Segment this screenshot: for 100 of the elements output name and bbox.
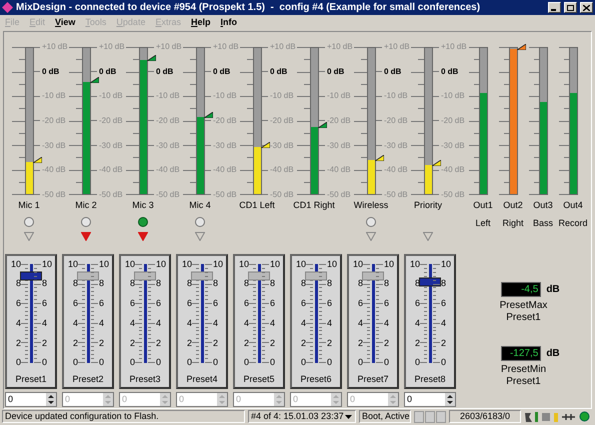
fader-scale-label: 8 bbox=[358, 279, 363, 288]
selector-radio[interactable] bbox=[138, 217, 148, 227]
status-led-icon bbox=[579, 411, 590, 422]
fader-track[interactable] bbox=[30, 264, 32, 363]
fader-scale-label: 4 bbox=[358, 318, 363, 328]
scale-label: +10 dB bbox=[270, 43, 296, 51]
preset-label: Preset8 bbox=[414, 375, 446, 384]
selector-radio[interactable] bbox=[195, 217, 205, 227]
fader-scale-label: 10 bbox=[156, 260, 166, 268]
fader-scale-label: 8 bbox=[213, 279, 218, 288]
fader-scale-label: 0 bbox=[213, 358, 218, 368]
fader-scale-label: 4 bbox=[414, 318, 420, 328]
fader-thumb[interactable] bbox=[248, 271, 270, 280]
scale-label: -20 dB bbox=[213, 116, 237, 125]
output-role: Left bbox=[475, 219, 490, 228]
scale-label: -50 dB bbox=[441, 190, 465, 199]
output-name: Out4 bbox=[563, 201, 583, 210]
fader-scale-label: 6 bbox=[186, 299, 192, 308]
selector-radio[interactable] bbox=[81, 217, 91, 227]
fader-scale-label: 0 bbox=[16, 358, 21, 368]
spin-field[interactable]: 0 bbox=[404, 392, 456, 407]
spin-field[interactable]: 0 bbox=[233, 392, 285, 407]
scale-label: -20 dB bbox=[156, 116, 180, 125]
display-source: Preset1 bbox=[506, 312, 541, 324]
spin-field[interactable]: 0 bbox=[62, 392, 114, 407]
fader-scale-label: 2 bbox=[270, 338, 276, 348]
maximize-button[interactable] bbox=[564, 2, 577, 13]
fader-track[interactable] bbox=[86, 264, 90, 363]
scale-label: -30 dB bbox=[42, 142, 66, 150]
fader-scale-label: 4 bbox=[441, 318, 446, 328]
lcd-display: -4,5 bbox=[501, 282, 542, 297]
fader-scale-label: 8 bbox=[244, 279, 249, 288]
fader-scale-label: 2 bbox=[358, 338, 363, 348]
fader-scale-label: 10 bbox=[42, 260, 52, 268]
menu-item[interactable]: Info bbox=[220, 18, 238, 26]
output-name: Out1 bbox=[473, 201, 493, 210]
fader-thumb[interactable] bbox=[362, 271, 384, 280]
selector-radio[interactable] bbox=[24, 217, 34, 227]
fader-track[interactable] bbox=[428, 264, 432, 363]
scale-label: -10 dB bbox=[213, 92, 237, 100]
selector-radio[interactable] bbox=[366, 217, 376, 227]
menu-item[interactable]: View bbox=[55, 18, 76, 26]
fader-thumb[interactable] bbox=[191, 271, 213, 280]
fader-scale-label: 2 bbox=[441, 338, 446, 348]
fader-scale-label: 2 bbox=[16, 338, 21, 348]
fader-scale-label: 6 bbox=[441, 299, 446, 308]
fader-track[interactable] bbox=[314, 264, 318, 363]
spin-field[interactable]: 0 bbox=[5, 392, 57, 407]
spin-field[interactable]: 0 bbox=[347, 392, 399, 407]
fader-scale-label: 8 bbox=[16, 279, 21, 288]
fader-scale-label: 10 bbox=[410, 260, 420, 268]
output-role: Record bbox=[558, 219, 588, 228]
preset-label: Preset3 bbox=[129, 375, 161, 384]
fader-scale-label: 0 bbox=[414, 358, 420, 368]
fader-scale-label: 8 bbox=[300, 279, 306, 288]
fader-scale-label: 8 bbox=[156, 279, 162, 288]
fader-scale-label: 2 bbox=[130, 338, 135, 348]
fader-scale-label: 0 bbox=[99, 358, 104, 368]
fader-thumb[interactable] bbox=[419, 277, 441, 286]
menu-item[interactable]: Help bbox=[190, 18, 210, 26]
scale-label: 0 dB bbox=[270, 68, 288, 76]
fader-track[interactable] bbox=[258, 264, 260, 363]
fader-scale-label: 6 bbox=[72, 299, 78, 308]
spin-arrows-icon[interactable] bbox=[46, 393, 56, 406]
scale-label: -40 dB bbox=[42, 166, 66, 174]
minimize-button[interactable] bbox=[548, 2, 561, 13]
scale-label: -50 dB bbox=[384, 190, 408, 199]
fader-scale-label: 0 bbox=[42, 358, 48, 368]
scale-label: -10 dB bbox=[156, 92, 180, 100]
fader-thumb[interactable] bbox=[134, 271, 156, 280]
channel-name: Wireless bbox=[354, 201, 388, 210]
scale-label: +10 dB bbox=[441, 43, 467, 51]
channel-name: Mic 1 bbox=[18, 201, 40, 210]
spin-field[interactable]: 0 bbox=[119, 392, 171, 407]
close-button[interactable] bbox=[580, 2, 593, 13]
status-message: Device updated configuration to Flash. bbox=[2, 410, 245, 423]
fader-scale-label: 0 bbox=[300, 358, 306, 368]
scale-label: -30 dB bbox=[156, 142, 180, 150]
fader-thumb[interactable] bbox=[20, 271, 42, 280]
scale-label: -30 dB bbox=[327, 142, 351, 150]
spin-arrows-icon[interactable] bbox=[445, 393, 455, 406]
fader-scale-label: 6 bbox=[156, 299, 162, 308]
scale-label: -20 dB bbox=[327, 116, 351, 125]
peak-flag-icon bbox=[318, 122, 327, 128]
scale-label: -20 dB bbox=[441, 116, 465, 125]
fader-thumb[interactable] bbox=[305, 271, 327, 280]
scale-label: -50 dB bbox=[213, 190, 237, 199]
fader-track[interactable] bbox=[200, 264, 204, 363]
spin-field[interactable]: 0 bbox=[290, 392, 342, 407]
fader-thumb[interactable] bbox=[77, 271, 99, 280]
config-selector[interactable]: #4 of 4: 15.01.03 23:37 bbox=[248, 410, 356, 423]
fader-scale-label: 10 bbox=[327, 260, 338, 268]
peak-flag-icon bbox=[204, 112, 213, 118]
fader-track[interactable] bbox=[372, 264, 374, 363]
fader-scale-label: 4 bbox=[300, 318, 306, 328]
fader-track[interactable] bbox=[144, 264, 146, 363]
maximize-icon bbox=[567, 4, 574, 10]
fader-scale-label: 4 bbox=[213, 318, 218, 328]
spin-field[interactable]: 0 bbox=[176, 392, 228, 407]
scale-label: -10 dB bbox=[42, 92, 66, 100]
